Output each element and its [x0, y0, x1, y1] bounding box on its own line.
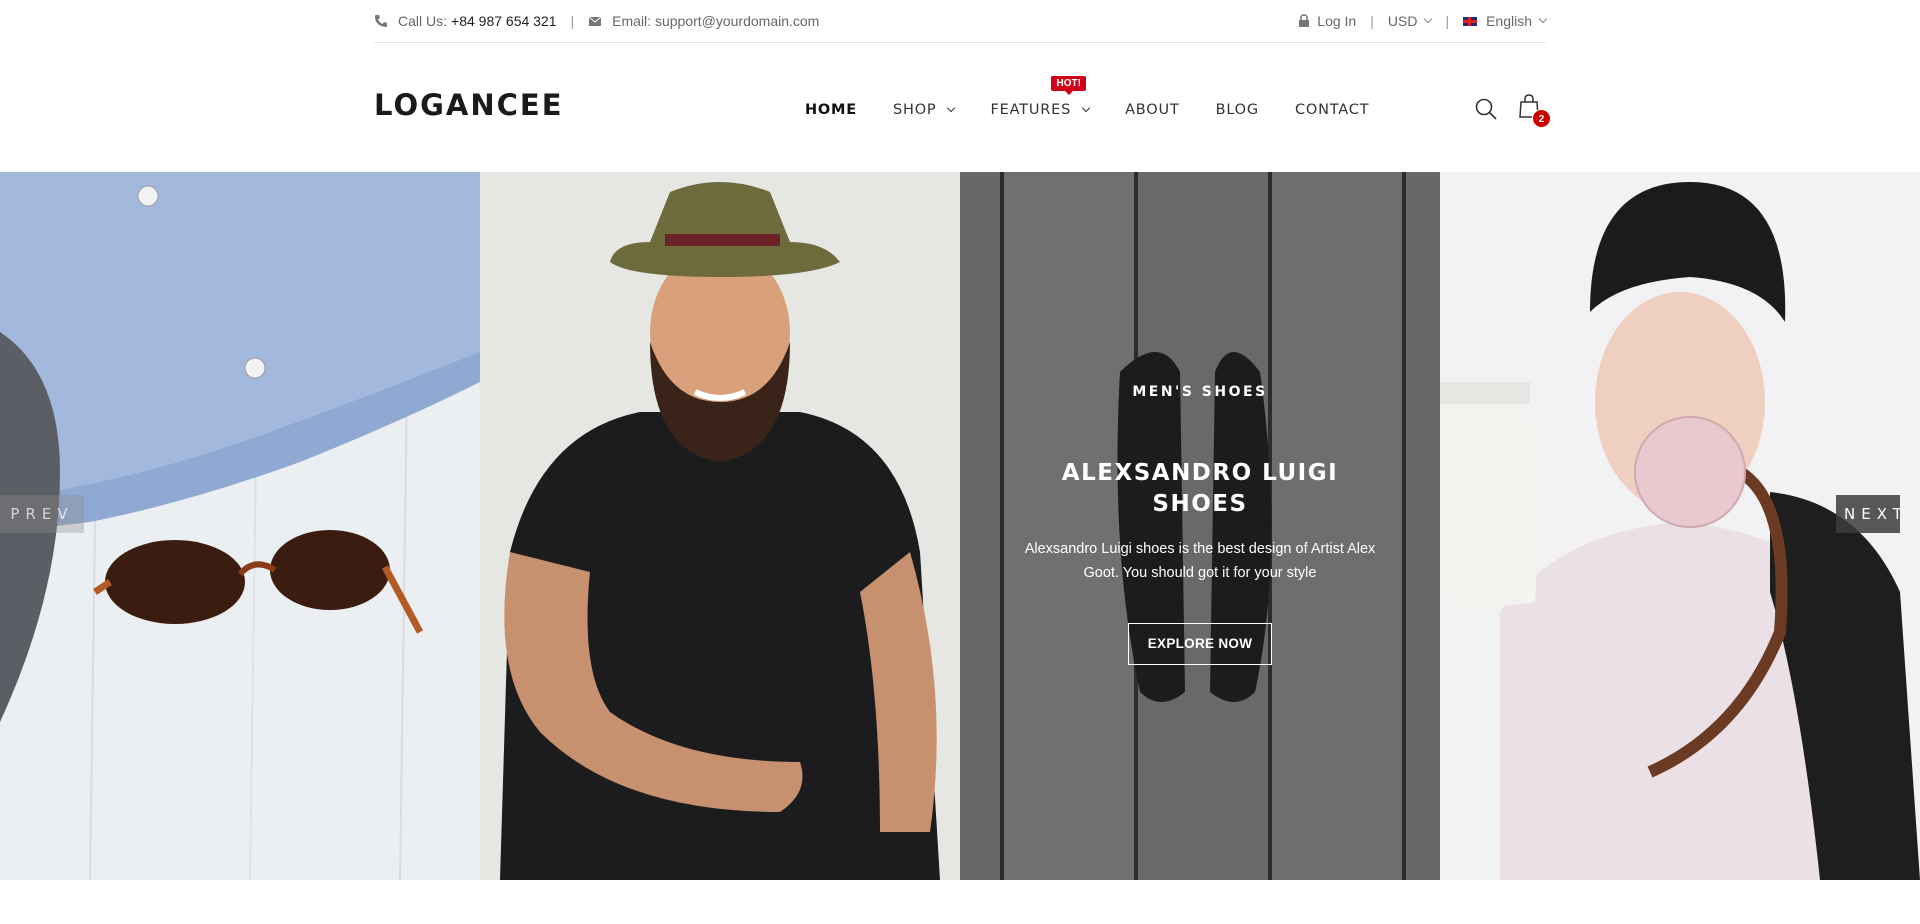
slide-mens-shoes[interactable] — [960, 172, 1440, 880]
slide-description: Alexsandro Luigi shoes is the best desig… — [1024, 541, 1376, 581]
nav-blog[interactable]: BLOG — [1216, 100, 1259, 120]
explore-now-button[interactable]: EXPLORE NOW — [1128, 623, 1272, 665]
language-select[interactable]: English — [1463, 13, 1548, 29]
language-value: English — [1486, 13, 1532, 29]
divider: | — [570, 13, 575, 29]
search-icon[interactable] — [1474, 97, 1498, 121]
mail-icon — [588, 16, 602, 26]
nav-label: BLOG — [1215, 102, 1259, 118]
main-nav: HOME SHOP HOT! FEATURES ABOUT BLOG CONTA… — [805, 76, 1405, 120]
nav-label: SHOP — [893, 102, 937, 118]
nav-shop[interactable]: SHOP — [893, 100, 956, 120]
cart-count-badge: 2 — [1532, 109, 1551, 128]
email-contact[interactable]: Email: support@yourdomain.com — [588, 13, 819, 29]
login-link[interactable]: Log In — [1298, 13, 1356, 29]
nav-label: FEATURES — [990, 102, 1072, 118]
phone-number[interactable]: +84 987 654 321 — [451, 13, 557, 29]
chevron-down-icon — [1081, 103, 1091, 112]
uk-flag-icon — [1463, 16, 1478, 26]
nav-features[interactable]: HOT! FEATURES — [990, 76, 1091, 120]
call-label: Call Us: — [398, 13, 448, 29]
nav-contact[interactable]: CONTACT — [1295, 100, 1369, 120]
divider: | — [1445, 13, 1450, 29]
nav-about[interactable]: ABOUT — [1125, 100, 1180, 120]
slider-prev-button[interactable]: PREV — [0, 495, 84, 533]
chevron-down-icon — [947, 103, 956, 112]
bearded-man-image — [480, 172, 960, 880]
email-text: Email: support@yourdomain.com — [612, 13, 820, 29]
login-label: Log In — [1317, 13, 1357, 29]
nav-label: CONTACT — [1294, 102, 1370, 118]
nav-home[interactable]: HOME — [805, 100, 857, 120]
divider: | — [1370, 13, 1374, 29]
hot-badge: HOT! — [1051, 76, 1086, 95]
currency-value: USD — [1387, 13, 1418, 29]
slide-subtitle: MEN'S SHOES — [1132, 384, 1268, 400]
currency-select[interactable]: USD — [1387, 13, 1433, 29]
slide-title: ALEXSANDRO LUIGI SHOES — [1061, 460, 1339, 517]
nav-label: ABOUT — [1125, 102, 1180, 118]
phone-icon — [375, 15, 387, 27]
top-bar: Call Us: +84 987 654 321 | Email: suppor… — [374, 0, 1548, 43]
hero-slider: MEN'S SHOES ALEXSANDRO LUIGI SHOES Alexs… — [0, 172, 1920, 880]
chevron-down-icon — [1424, 14, 1433, 24]
chevron-down-icon — [1538, 14, 1548, 24]
slide-man-hat[interactable] — [480, 172, 960, 880]
slider-next-button[interactable]: NEXT — [1836, 495, 1902, 533]
site-logo[interactable]: LOGANCEE — [374, 88, 564, 122]
nav-label: HOME — [805, 102, 857, 118]
lock-icon — [1299, 14, 1310, 27]
shoes-on-wood-image — [960, 172, 1440, 880]
call-us[interactable]: Call Us: +84 987 654 321 — [374, 13, 557, 29]
